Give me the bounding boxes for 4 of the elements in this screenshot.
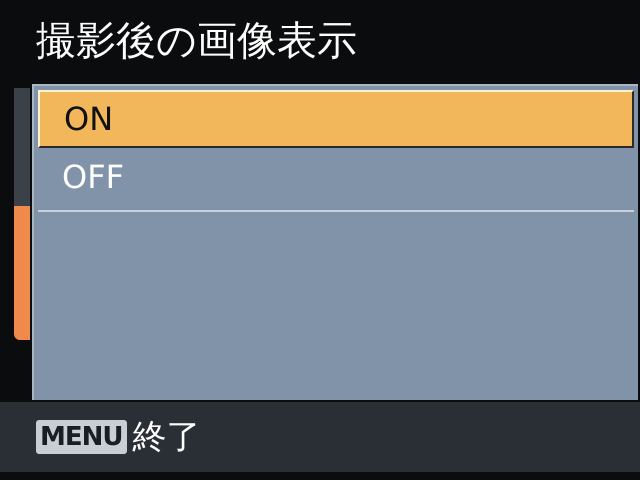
menu-option[interactable]: ON <box>38 90 634 148</box>
screen-title: 撮影後の画像表示 <box>36 21 357 61</box>
exit-label: 終了 <box>132 416 201 459</box>
menu-key-label: MENU <box>36 420 127 454</box>
